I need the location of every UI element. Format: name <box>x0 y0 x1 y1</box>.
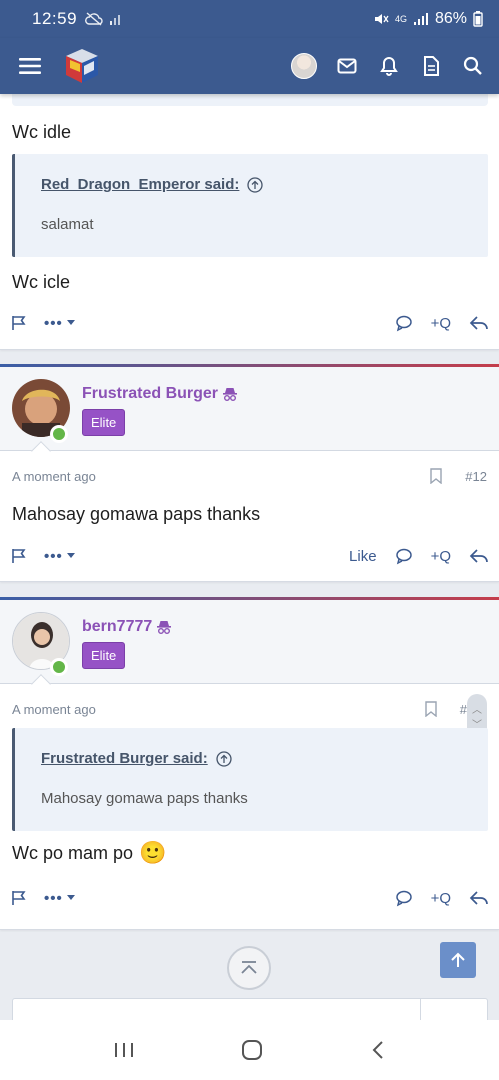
menu-button[interactable] <box>16 52 44 80</box>
app-bar <box>0 38 499 94</box>
system-nav-bar <box>0 1020 499 1080</box>
arrow-up-circle-icon[interactable] <box>216 750 232 767</box>
post-time[interactable]: A moment ago <box>12 469 96 484</box>
online-status-indicator <box>50 658 68 676</box>
bookmark-icon[interactable] <box>424 701 438 717</box>
caret-down-icon <box>66 320 75 325</box>
more-options-button[interactable]: ••• <box>44 315 76 332</box>
comment-icon[interactable] <box>395 314 413 332</box>
search-button[interactable] <box>461 54 485 78</box>
message-text: Wc idle <box>12 122 72 142</box>
username[interactable]: bern7777 <box>82 618 172 636</box>
quote-block: Frustrated Burger said: Mahosay gomawa p… <box>12 728 488 831</box>
document-icon <box>424 56 439 76</box>
quick-reply-box[interactable] <box>12 998 488 1020</box>
comment-icon[interactable] <box>395 889 413 907</box>
report-flag-icon[interactable] <box>10 889 28 907</box>
post-card: Frustrated Burger Elite A moment ago #12… <box>0 364 499 582</box>
reply-icon[interactable] <box>469 314 489 332</box>
message-text: Mahosay gomawa paps thanks <box>12 504 261 524</box>
cloud-off-icon <box>85 12 103 26</box>
signal-icon <box>413 13 428 25</box>
caret-down-icon <box>66 553 75 558</box>
multiquote-button[interactable]: +Q <box>431 548 451 565</box>
quote-block: Red_Dragon_Emperor said: salamat <box>12 154 488 257</box>
comment-icon[interactable] <box>395 547 413 565</box>
header-pointer <box>31 441 51 461</box>
incognito-icon <box>223 388 238 401</box>
mail-icon <box>337 58 357 74</box>
report-flag-icon[interactable] <box>10 547 28 565</box>
network-type: 4G <box>394 13 407 24</box>
like-button[interactable]: Like <box>349 548 377 565</box>
thread-content[interactable]: Wc idle Red_Dragon_Emperor said: salamat… <box>0 94 499 1020</box>
battery-icon <box>473 11 483 27</box>
message-line: Wc po mam po 🙂 <box>12 840 166 866</box>
status-bar: 12:59 4G 86% <box>0 0 499 38</box>
message-text: Wc icle <box>12 272 70 292</box>
alerts-button[interactable] <box>377 54 401 78</box>
reply-icon[interactable] <box>469 547 489 565</box>
bookmark-icon[interactable] <box>429 468 443 484</box>
report-flag-icon[interactable] <box>10 314 28 332</box>
arrow-up-circle-icon[interactable] <box>247 176 264 193</box>
post-number[interactable]: # <box>460 702 467 717</box>
post-action-bar: ••• +Q <box>0 883 499 913</box>
recent-apps-icon[interactable] <box>113 1040 135 1060</box>
back-icon[interactable] <box>370 1039 386 1061</box>
cube-logo-icon <box>66 49 98 83</box>
mute-icon <box>374 14 389 24</box>
post-meta: A moment ago # <box>0 694 499 724</box>
quote-author-label[interactable]: Red_Dragon_Emperor said: <box>41 176 239 193</box>
more-options-button[interactable]: ••• <box>44 548 76 565</box>
arrow-up-icon <box>451 952 465 967</box>
online-status-indicator <box>50 425 68 443</box>
signal-weak-icon <box>110 15 121 25</box>
caret-down-icon <box>66 895 75 900</box>
home-icon[interactable] <box>240 1039 264 1061</box>
double-chevron-up-icon <box>241 961 257 974</box>
status-time: 12:59 <box>32 9 78 28</box>
post-action-bar: ••• +Q <box>0 308 499 338</box>
search-icon <box>463 56 482 75</box>
site-logo[interactable] <box>62 46 102 86</box>
bell-icon <box>380 56 398 76</box>
quote-author-label[interactable]: Frustrated Burger said: <box>41 750 208 767</box>
smile-emoji: 🙂 <box>139 840 167 865</box>
post-user-header: Frustrated Burger Elite <box>0 367 499 461</box>
previous-quote-fragment <box>12 94 488 106</box>
quote-author[interactable]: Red_Dragon_Emperor said: <box>41 176 264 193</box>
user-title-badge: Elite <box>82 409 126 436</box>
quote-author[interactable]: Frustrated Burger said: <box>41 750 232 767</box>
username-label[interactable]: bern7777 <box>82 618 152 636</box>
jump-up-button[interactable] <box>440 942 476 978</box>
post-card: bern7777 Elite A moment ago # ︿ ﹀ Frustr… <box>0 597 499 930</box>
username-label[interactable]: Frustrated Burger <box>82 385 218 403</box>
post-card: Wc idle Red_Dragon_Emperor said: salamat… <box>0 94 499 350</box>
post-meta: A moment ago #12 <box>0 461 499 491</box>
multiquote-button[interactable]: +Q <box>431 315 451 332</box>
user-title-badge: Elite <box>82 642 126 669</box>
more-options-button[interactable]: ••• <box>44 890 76 907</box>
reply-icon[interactable] <box>469 889 489 907</box>
scroll-to-top-button[interactable] <box>227 946 271 990</box>
chevron-up-icon: ︿ <box>472 705 482 716</box>
post-user-header: bern7777 Elite <box>0 600 499 694</box>
header-pointer <box>31 674 51 694</box>
post-number[interactable]: #12 <box>465 469 487 484</box>
thread-footer <box>0 932 499 1020</box>
quote-body: salamat <box>41 216 94 233</box>
whats-new-button[interactable] <box>419 54 443 78</box>
mail-button[interactable] <box>335 54 359 78</box>
incognito-icon <box>157 621 172 634</box>
post-time[interactable]: A moment ago <box>12 702 96 717</box>
user-avatar[interactable] <box>291 53 317 79</box>
message-text: Wc po mam po <box>12 842 134 863</box>
menu-icon <box>19 58 41 74</box>
battery-level: 86% <box>434 10 467 27</box>
username[interactable]: Frustrated Burger <box>82 385 238 403</box>
quote-body: Mahosay gomawa paps thanks <box>41 790 248 807</box>
post-action-bar: ••• Like +Q <box>0 541 499 571</box>
multiquote-button[interactable]: +Q <box>431 890 451 907</box>
